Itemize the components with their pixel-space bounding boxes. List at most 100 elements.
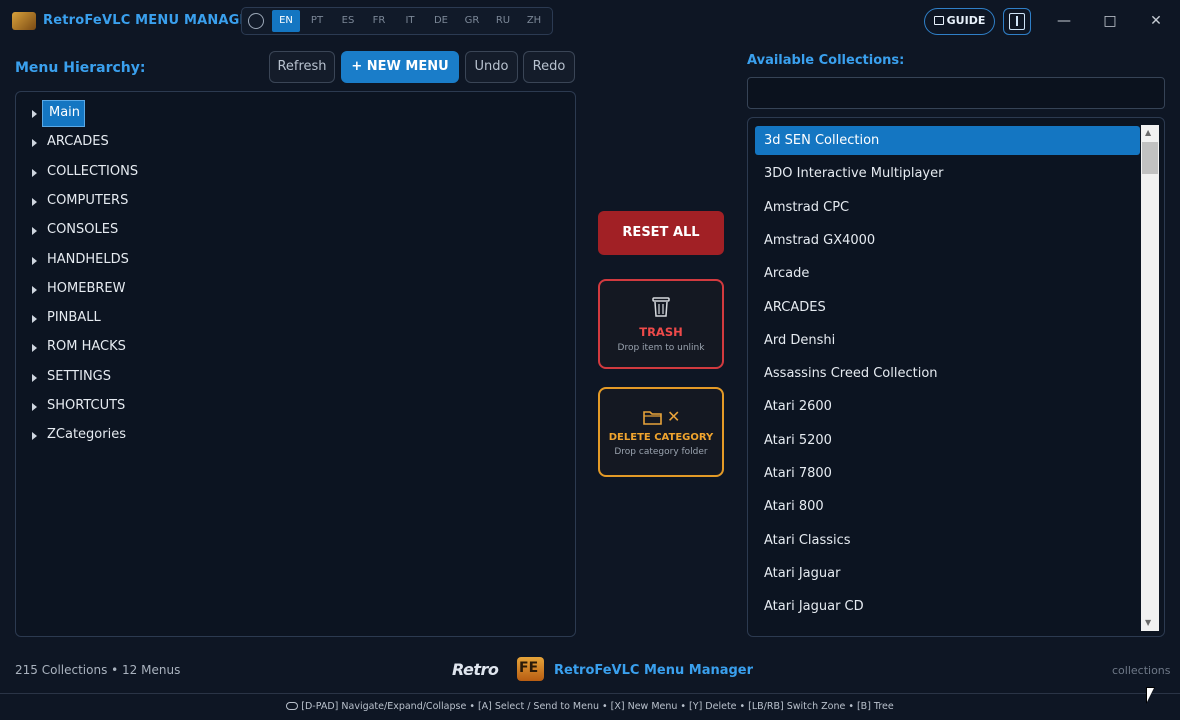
scroll-up-icon[interactable]: ▲ xyxy=(1145,128,1151,137)
footer-divider xyxy=(0,693,1180,694)
tree-item-handhelds[interactable]: HANDHELDS xyxy=(32,250,552,272)
retrofe-logo-icon xyxy=(12,12,36,30)
collection-item[interactable]: Atari Classics xyxy=(764,533,851,548)
refresh-button[interactable]: Refresh xyxy=(269,51,335,83)
language-option-ru[interactable]: RU xyxy=(489,10,517,32)
info-icon xyxy=(1009,13,1025,30)
tree-item-label: HOMEBREW xyxy=(47,281,126,296)
collections-scrollbar-thumb[interactable] xyxy=(1142,142,1158,174)
collection-item[interactable]: Atari 5200 xyxy=(764,433,832,448)
tree-item-label: Main xyxy=(49,105,81,120)
app-title: RetroFeVLC MENU MANAGER xyxy=(43,13,259,28)
footer-logo-badge: FE xyxy=(517,657,544,681)
controller-hints-text: [D-PAD] Navigate/Expand/Collapse • [A] S… xyxy=(301,701,894,712)
tree-item-rom-hacks[interactable]: ROM HACKS xyxy=(32,337,552,359)
controller-hints: [D-PAD] Navigate/Expand/Collapse • [A] S… xyxy=(0,701,1180,712)
trash-subtitle: Drop item to unlink xyxy=(617,343,705,353)
tree-item-settings[interactable]: SETTINGS xyxy=(32,367,552,389)
language-option-fr[interactable]: FR xyxy=(365,10,393,32)
language-option-zh[interactable]: ZH xyxy=(520,10,548,32)
footer-status-text: collections xyxy=(1112,664,1171,677)
tree-item-arcades[interactable]: ARCADES xyxy=(32,132,552,154)
tree-item-consoles[interactable]: CONSOLES xyxy=(32,220,552,242)
folder-icon xyxy=(643,411,662,425)
tree-item-pinball[interactable]: PINBALL xyxy=(32,308,552,330)
x-icon: ✕ xyxy=(667,407,681,426)
collection-item[interactable]: Amstrad GX4000 xyxy=(764,233,875,248)
expand-arrow-icon[interactable] xyxy=(32,169,37,177)
expand-arrow-icon[interactable] xyxy=(32,315,37,323)
tree-item-shortcuts[interactable]: SHORTCUTS xyxy=(32,396,552,418)
language-option-es[interactable]: ES xyxy=(334,10,362,32)
footer-logo-badge-text: FE xyxy=(519,660,539,676)
collection-item[interactable]: Atari 7800 xyxy=(764,466,832,481)
tree-item-label: ROM HACKS xyxy=(47,339,126,354)
reset-all-button[interactable]: RESET ALL xyxy=(598,211,724,255)
expand-arrow-icon[interactable] xyxy=(32,198,37,206)
tree-item-label: ARCADES xyxy=(47,134,109,149)
expand-arrow-icon[interactable] xyxy=(32,227,37,235)
tree-item-homebrew[interactable]: HOMEBREW xyxy=(32,279,552,301)
redo-button[interactable]: Redo xyxy=(523,51,575,83)
tree-item-label: SHORTCUTS xyxy=(47,398,126,413)
language-option-en[interactable]: EN xyxy=(272,10,300,32)
tree-item-main[interactable]: Main xyxy=(32,103,552,125)
language-option-pt[interactable]: PT xyxy=(303,10,331,32)
tree-item-label: COMPUTERS xyxy=(47,193,129,208)
expand-arrow-icon[interactable] xyxy=(32,403,37,411)
maximize-button[interactable]: □ xyxy=(1095,10,1125,32)
close-window-button[interactable]: ✕ xyxy=(1141,10,1171,32)
globe-icon xyxy=(248,13,264,29)
language-option-it[interactable]: IT xyxy=(396,10,424,32)
guide-button[interactable]: GUIDE xyxy=(924,8,995,35)
collections-search-input[interactable] xyxy=(747,77,1165,109)
gamepad-icon xyxy=(286,702,299,710)
mouse-cursor xyxy=(1147,688,1154,702)
tree-item-label: SETTINGS xyxy=(47,369,112,384)
collection-item[interactable]: ARCADES xyxy=(764,300,826,315)
menu-hierarchy-title: Menu Hierarchy: xyxy=(15,60,146,76)
collection-item[interactable]: 3d SEN Collection xyxy=(764,133,879,148)
collection-item[interactable]: Atari Jaguar xyxy=(764,566,840,581)
expand-arrow-icon[interactable] xyxy=(32,286,37,294)
undo-button[interactable]: Undo xyxy=(465,51,518,83)
scroll-down-icon[interactable]: ▼ xyxy=(1145,618,1151,627)
collection-item[interactable]: Atari 800 xyxy=(764,499,824,514)
collection-item[interactable]: Atari 2600 xyxy=(764,399,832,414)
delete-category-subtitle: Drop category folder xyxy=(614,447,708,457)
collection-item[interactable]: Assassins Creed Collection xyxy=(764,366,938,381)
language-option-gr[interactable]: GR xyxy=(458,10,486,32)
tree-item-label: COLLECTIONS xyxy=(47,164,139,179)
available-collections-title: Available Collections: xyxy=(747,53,905,68)
expand-arrow-icon[interactable] xyxy=(32,374,37,382)
collection-item[interactable]: Atari Jaguar CD xyxy=(764,599,864,614)
tree-item-collections[interactable]: COLLECTIONS xyxy=(32,162,552,184)
collection-item[interactable]: 3DO Interactive Multiplayer xyxy=(764,166,943,181)
expand-arrow-icon[interactable] xyxy=(32,110,37,118)
collection-item[interactable]: Amstrad CPC xyxy=(764,200,849,215)
tree-item-label: PINBALL xyxy=(47,310,101,325)
expand-arrow-icon[interactable] xyxy=(32,432,37,440)
trash-drop-zone[interactable] xyxy=(598,279,724,369)
expand-arrow-icon[interactable] xyxy=(32,344,37,352)
tree-item-computers[interactable]: COMPUTERS xyxy=(32,191,552,213)
tree-item-label: ZCategories xyxy=(47,427,126,442)
tree-item-label: CONSOLES xyxy=(47,222,119,237)
tree-item-zcategories[interactable]: ZCategories xyxy=(32,425,552,447)
footer-logo-text: Retro xyxy=(452,660,499,679)
expand-arrow-icon[interactable] xyxy=(32,257,37,265)
new-menu-button[interactable]: + NEW MENU xyxy=(341,51,459,83)
collection-item[interactable]: Ard Denshi xyxy=(764,333,835,348)
book-icon xyxy=(933,16,944,25)
footer-title: RetroFeVLC Menu Manager xyxy=(554,663,754,678)
tree-item-label: HANDHELDS xyxy=(47,252,129,267)
collections-scrollbar[interactable] xyxy=(1141,125,1159,631)
collection-item[interactable]: Arcade xyxy=(764,266,809,281)
minimize-button[interactable]: — xyxy=(1049,10,1079,32)
language-option-de[interactable]: DE xyxy=(427,10,455,32)
guide-label: GUIDE xyxy=(946,14,986,27)
expand-arrow-icon[interactable] xyxy=(32,139,37,147)
trash-can-icon xyxy=(652,297,670,317)
delete-category-title: DELETE CATEGORY xyxy=(608,432,714,443)
stats-text: 215 Collections • 12 Menus xyxy=(15,663,181,677)
